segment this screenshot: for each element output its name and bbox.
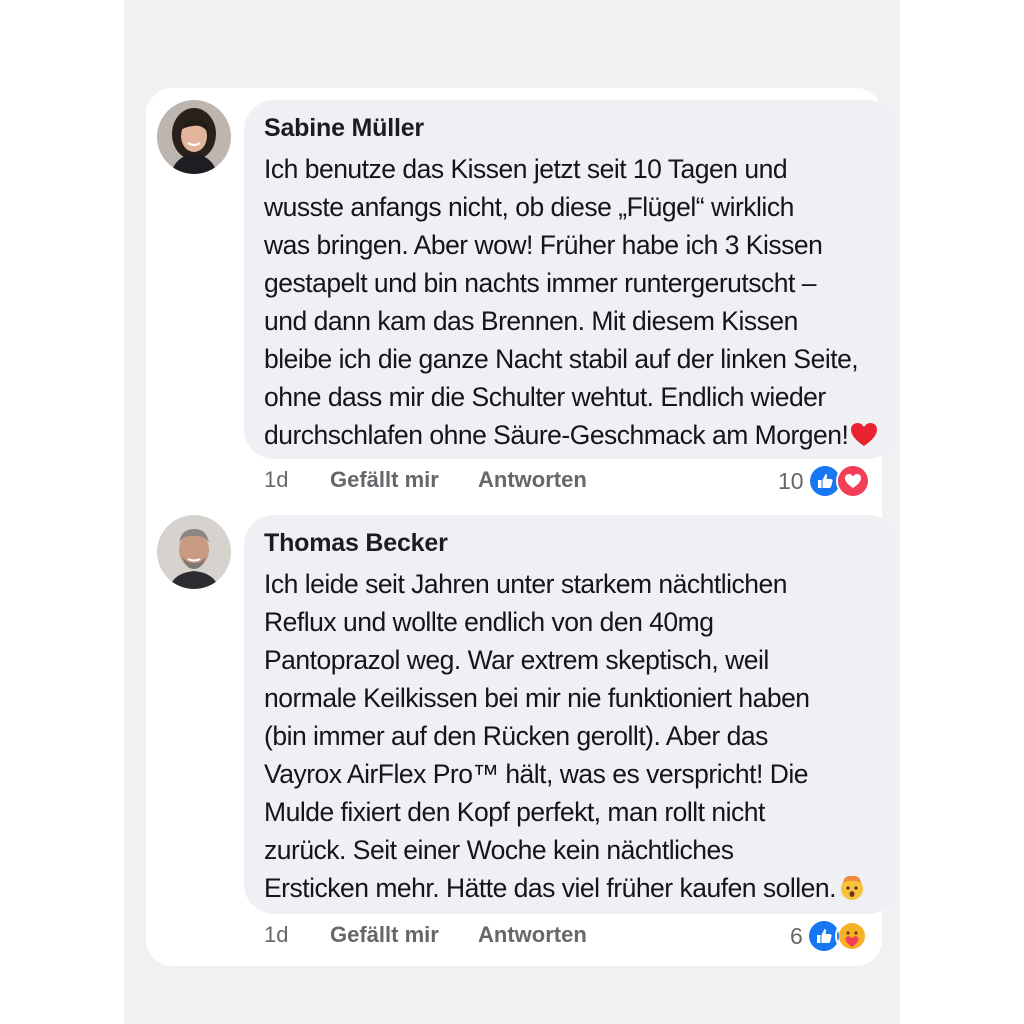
comment-line-last: Ersticken mehr. Hätte das viel früher ka… (264, 869, 876, 911)
comment-line: und dann kam das Brennen. Mit diesem Kis… (264, 306, 798, 336)
comment-line: ohne dass mir die Schulter wehtut. Endli… (264, 382, 826, 412)
comment-time[interactable]: 1d (264, 920, 288, 950)
reaction-count: 10 (778, 468, 804, 494)
comment-author[interactable]: Thomas Becker (264, 529, 876, 559)
comments-card: Sabine Müller Ich benutze das Kissen jet… (146, 88, 898, 966)
like-button[interactable]: Gefällt mir (330, 920, 439, 950)
comment-line: Vayrox AirFlex Pro™ hält, was es verspri… (264, 759, 808, 789)
comment-bubble: Sabine Müller Ich benutze das Kissen jet… (244, 100, 898, 459)
comment-line: zurück. Seit einer Woche kein nächtliche… (264, 835, 734, 865)
comment-line-text: durchschlafen ohne Säure-Geschmack am Mo… (264, 420, 849, 450)
comment-line: (bin immer auf den Rücken gerollt). Aber… (264, 721, 768, 751)
reply-button[interactable]: Antworten (478, 920, 587, 950)
reaction-count: 6 (790, 923, 803, 949)
avatar-thomas-image (157, 515, 231, 589)
comment-line: Mulde fixiert den Kopf perfekt, man roll… (264, 797, 765, 827)
comment-time[interactable]: 1d (264, 465, 288, 495)
comment-line: Ich benutze das Kissen jetzt seit 10 Tag… (264, 154, 788, 184)
comment-line: was bringen. Aber wow! Früher habe ich 3… (264, 230, 823, 260)
reactions-summary[interactable]: 6 (790, 919, 869, 953)
like-button[interactable]: Gefällt mir (330, 465, 439, 495)
avatar-thomas[interactable] (157, 515, 231, 589)
mind-blown-emoji (838, 873, 866, 911)
comment-line: normale Keilkissen bei mir nie funktioni… (264, 683, 810, 713)
comment-line: Reflux und wollte endlich von den 40mg (264, 607, 714, 637)
comment-line-last: durchschlafen ohne Säure-Geschmack am Mo… (264, 416, 878, 458)
reply-button[interactable]: Antworten (478, 465, 587, 495)
comment-line: Pantoprazol weg. War extrem skeptisch, w… (264, 645, 769, 675)
red-heart-emoji (850, 420, 878, 458)
comment-line: wusste anfangs nicht, ob diese „Flügel“ … (264, 192, 794, 222)
comment-line: Ich leide seit Jahren unter starkem näch… (264, 569, 788, 599)
love-reaction-icon (835, 464, 870, 498)
reactions-summary[interactable]: 10 (778, 464, 870, 498)
care-reaction-icon (834, 919, 869, 953)
comment-line: bleibe ich die ganze Nacht stabil auf de… (264, 344, 859, 374)
comment-line-text: Ersticken mehr. Hätte das viel früher ka… (264, 873, 837, 903)
comment-line: gestapelt und bin nachts immer runterger… (264, 268, 816, 298)
comment-bubble: Thomas Becker Ich leide seit Jahren unte… (244, 515, 898, 914)
avatar-sabine[interactable] (157, 100, 231, 174)
comment-meta: 1d Gefällt mir Antworten 10 (264, 464, 884, 498)
avatar-sabine-image (157, 100, 231, 174)
comment-meta: 1d Gefällt mir Antworten 6 (264, 919, 884, 953)
comment-author[interactable]: Sabine Müller (264, 114, 876, 144)
